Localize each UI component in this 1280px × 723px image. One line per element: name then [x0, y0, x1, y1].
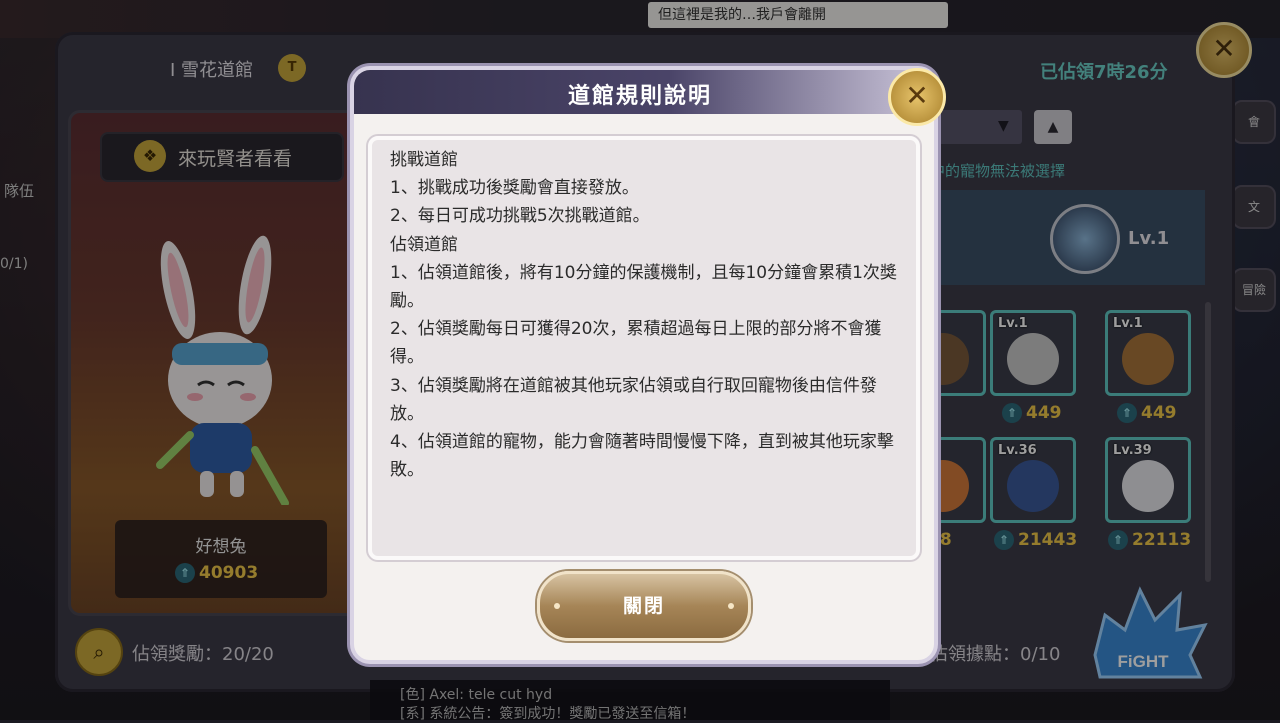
close-button-label: 關閉	[622, 595, 665, 617]
dialog-title: 道館規則說明	[567, 84, 712, 109]
occupy-rules: 佔領道館 1、佔領道館後，將有10分鐘的保護機制，且每10分鐘會累積1次獎勵。 …	[390, 234, 897, 481]
challenge-rules: 挑戰道館 1、挑戰成功後獎勵會直接發放。 2、每日可成功挑戰5次挑戰道館。	[390, 150, 650, 227]
button-ornament	[728, 603, 734, 609]
close-button[interactable]: 關閉	[537, 571, 751, 641]
close-icon[interactable]: ✕	[888, 68, 946, 126]
button-ornament	[554, 603, 560, 609]
rules-text: 挑戰道館 1、挑戰成功後獎勵會直接發放。 2、每日可成功挑戰5次挑戰道館。 佔領…	[390, 146, 900, 484]
